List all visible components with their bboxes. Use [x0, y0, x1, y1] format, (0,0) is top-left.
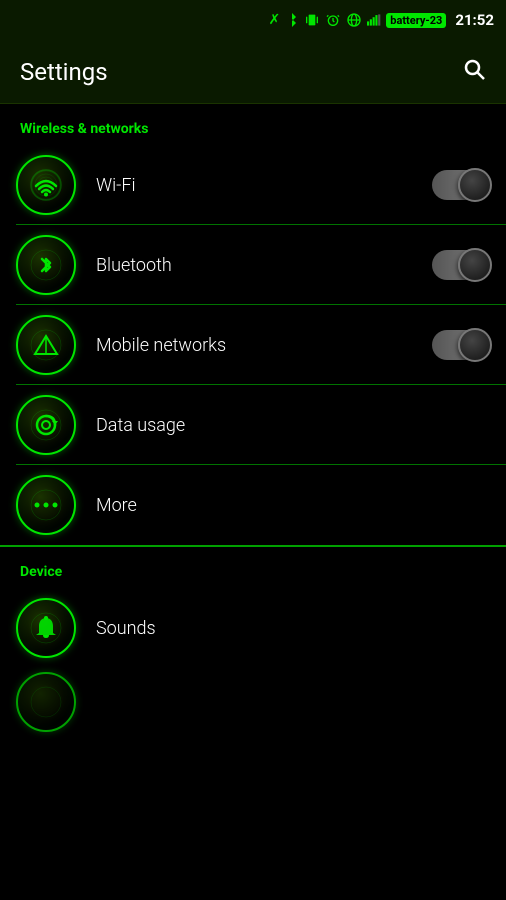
signal-icon — [367, 13, 381, 27]
mobile-networks-label: Mobile networks — [96, 335, 432, 356]
alarm-icon — [325, 12, 341, 28]
page-title: Settings — [20, 58, 108, 86]
bluetooth-label: Bluetooth — [96, 255, 432, 276]
status-bar: ✗ battery-23 — [0, 0, 506, 40]
bluetooth-toggle[interactable] — [432, 250, 490, 280]
device-section-title: Device — [20, 564, 62, 580]
bluetooth-status-icon: ✗ — [269, 12, 281, 28]
vibrate-icon — [304, 12, 320, 28]
bluetooth-item[interactable]: Bluetooth — [0, 225, 506, 305]
device-section-header: Device — [0, 547, 506, 588]
status-icons: ✗ battery-23 — [269, 11, 494, 29]
globe-signal-icon — [346, 12, 362, 28]
bluetooth-status-icon — [285, 12, 299, 28]
partial-icon — [16, 672, 76, 732]
search-icon — [462, 57, 486, 81]
more-label: More — [96, 495, 490, 516]
wireless-section-header: Wireless & networks — [0, 104, 506, 145]
more-item[interactable]: More — [0, 465, 506, 545]
device-settings-list: Sounds — [0, 588, 506, 668]
status-time: 21:52 — [455, 11, 494, 29]
battery-badge: battery-23 — [386, 13, 446, 28]
app-header: Settings — [0, 40, 506, 104]
sounds-item[interactable]: Sounds — [0, 588, 506, 668]
partial-item — [0, 668, 506, 740]
wireless-section-title: Wireless & networks — [20, 121, 148, 137]
mobile-networks-toggle-knob — [458, 328, 492, 362]
wifi-label: Wi-Fi — [96, 175, 432, 196]
more-icon — [16, 475, 76, 535]
bluetooth-icon — [16, 235, 76, 295]
sounds-icon — [16, 598, 76, 658]
data-usage-item[interactable]: Data usage — [0, 385, 506, 465]
wifi-toggle-knob — [458, 168, 492, 202]
wifi-toggle[interactable] — [432, 170, 490, 200]
wifi-icon — [16, 155, 76, 215]
mobile-networks-item[interactable]: Mobile networks — [0, 305, 506, 385]
mobile-networks-icon — [16, 315, 76, 375]
search-button[interactable] — [462, 57, 486, 87]
section-divider — [0, 545, 506, 547]
wireless-settings-list: Wi-Fi Bluetooth Mobile netw — [0, 145, 506, 545]
bluetooth-toggle-knob — [458, 248, 492, 282]
data-usage-icon — [16, 395, 76, 455]
mobile-networks-toggle[interactable] — [432, 330, 490, 360]
data-usage-label: Data usage — [96, 415, 490, 436]
wifi-item[interactable]: Wi-Fi — [0, 145, 506, 225]
sounds-label: Sounds — [96, 618, 490, 639]
